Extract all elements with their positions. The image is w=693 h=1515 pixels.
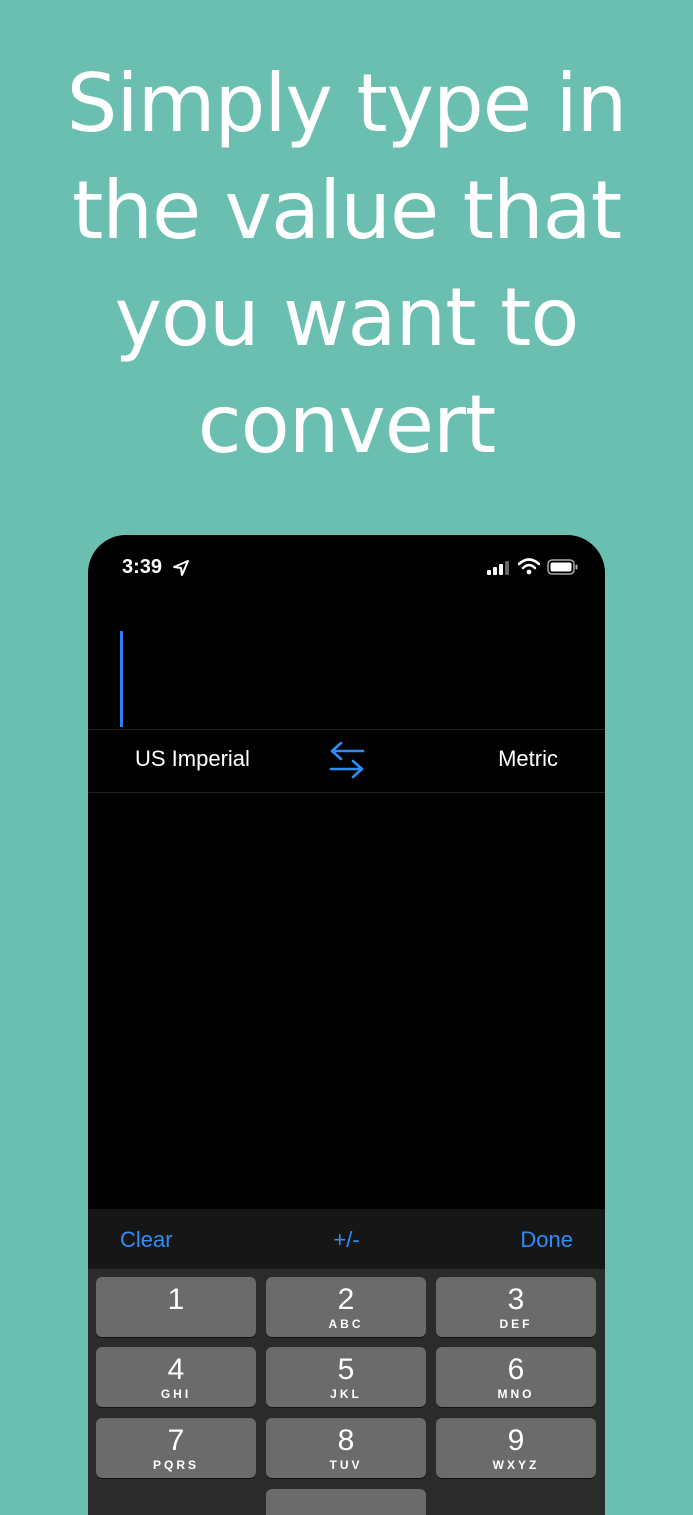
key-number: 3 bbox=[507, 1283, 525, 1316]
key-letters: PQRS bbox=[152, 1458, 199, 1472]
key-number: 2 bbox=[337, 1283, 355, 1316]
battery-icon bbox=[547, 559, 578, 575]
location-arrow-icon bbox=[173, 560, 189, 576]
key-letters: GHI bbox=[160, 1387, 192, 1401]
key-letters: TUV bbox=[329, 1458, 363, 1472]
headline-line-4: convert bbox=[197, 378, 496, 471]
keyboard-toolbar: Clear +/- Done bbox=[88, 1209, 605, 1269]
key-number: 6 bbox=[507, 1353, 525, 1386]
key-0[interactable] bbox=[266, 1489, 426, 1515]
key-number: 8 bbox=[337, 1424, 355, 1457]
key-7[interactable]: 7 PQRS bbox=[96, 1418, 256, 1478]
key-letters: DEF bbox=[499, 1317, 533, 1331]
key-number: 4 bbox=[167, 1353, 185, 1386]
cellular-signal-icon bbox=[487, 561, 509, 575]
key-2[interactable]: 2 ABC bbox=[266, 1277, 426, 1337]
wifi-icon bbox=[518, 558, 540, 575]
promo-headline: Simply type in the value that you want t… bbox=[0, 50, 693, 478]
key-letters: WXYZ bbox=[492, 1458, 540, 1472]
phone-screen: 3:39 US Imperial Metric Clear +/- Done 1 bbox=[88, 535, 605, 1515]
swap-arrows-icon[interactable] bbox=[328, 740, 366, 782]
key-number: 9 bbox=[507, 1424, 525, 1457]
key-letters: JKL bbox=[330, 1387, 362, 1401]
done-button[interactable]: Done bbox=[520, 1227, 573, 1253]
headline-line-2: the value that bbox=[71, 164, 622, 257]
value-input-cursor[interactable] bbox=[120, 631, 123, 727]
headline-line-3: you want to bbox=[114, 271, 580, 364]
status-time: 3:39 bbox=[122, 556, 163, 578]
key-number: 1 bbox=[167, 1283, 185, 1316]
key-number: 5 bbox=[337, 1353, 355, 1386]
headline-line-1: Simply type in bbox=[66, 57, 628, 150]
key-4[interactable]: 4 GHI bbox=[96, 1347, 256, 1407]
key-letters: ABC bbox=[328, 1317, 364, 1331]
to-unit-label[interactable]: Metric bbox=[498, 746, 558, 772]
numeric-keypad: 1 2 ABC 3 DEF 4 GHI 5 JKL 6 MNO 7 PQRS 8 bbox=[88, 1269, 605, 1515]
key-5[interactable]: 5 JKL bbox=[266, 1347, 426, 1407]
key-1[interactable]: 1 bbox=[96, 1277, 256, 1337]
from-unit-label[interactable]: US Imperial bbox=[135, 746, 250, 772]
key-number: 7 bbox=[167, 1424, 185, 1457]
unit-selector-bar: US Imperial Metric bbox=[88, 729, 605, 793]
key-9[interactable]: 9 WXYZ bbox=[436, 1418, 596, 1478]
key-3[interactable]: 3 DEF bbox=[436, 1277, 596, 1337]
key-letters: MNO bbox=[497, 1387, 535, 1401]
key-6[interactable]: 6 MNO bbox=[436, 1347, 596, 1407]
key-8[interactable]: 8 TUV bbox=[266, 1418, 426, 1478]
